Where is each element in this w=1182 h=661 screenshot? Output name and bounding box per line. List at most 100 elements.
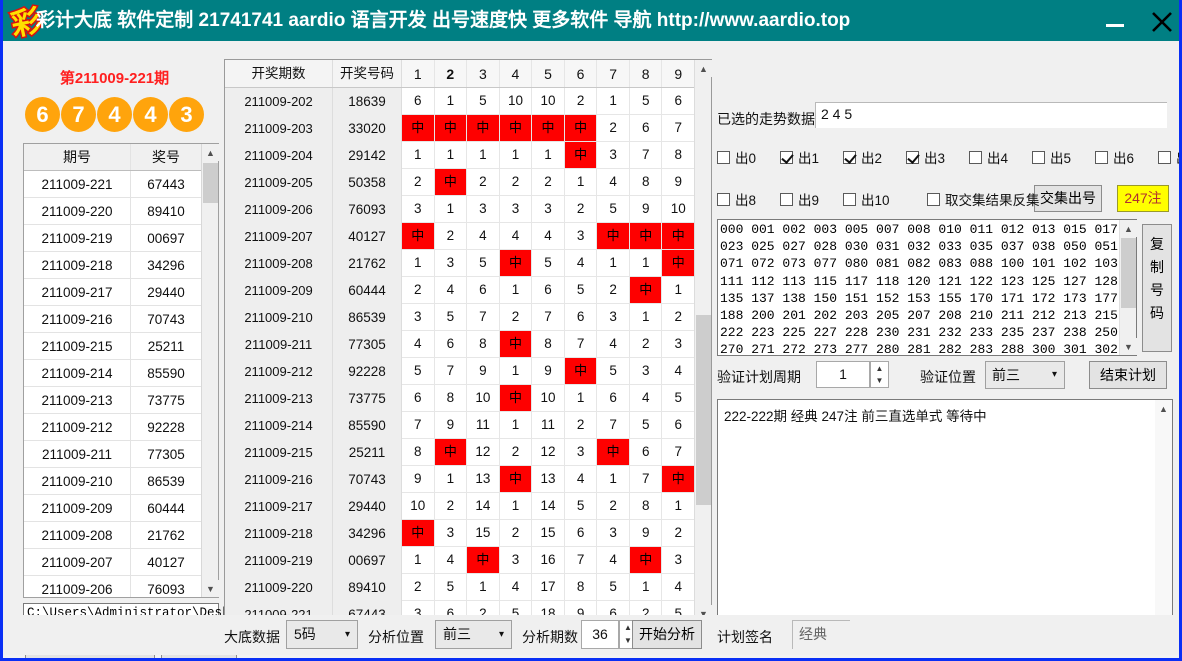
grid-row[interactable]: 211009-215 25211 8 中 12 2 12 3 中 6 7 [225,439,695,466]
grid-cell[interactable]: 1 [532,142,565,169]
grid-cell[interactable]: 2 [401,169,435,196]
history-row[interactable]: 211009-210 86539 [24,468,201,495]
grid-cell[interactable]: 2 [467,169,500,196]
grid-cell[interactable]: 1 [499,412,533,439]
grid-hit-cell[interactable]: 中 [662,250,695,277]
checkbox-box-icon[interactable] [906,150,919,164]
grid-cell[interactable]: 1 [499,358,533,385]
grid-row[interactable]: 211009-216 70743 9 1 13 中 13 4 1 7 中 [225,466,695,493]
grid-vscroll-thumb[interactable] [696,315,711,505]
grid-row[interactable]: 211009-219 00697 1 4 中 3 16 7 4 中 3 [225,547,695,574]
grid-header-cell-3[interactable]: 2 [434,60,468,87]
grid-cell[interactable]: 9 [629,196,663,223]
grid-cell[interactable]: 5 [401,358,435,385]
grid-cell[interactable]: 1 [467,574,500,601]
grid-cell[interactable]: 3 [564,223,598,250]
grid-cell[interactable]: 1 [401,547,435,574]
checkbox-出6[interactable]: 出6 [1095,147,1134,167]
grid-row[interactable]: 211009-204 29142 1 1 1 1 1 中 3 7 8 [225,142,695,169]
grid-cell[interactable]: 4 [597,169,630,196]
history-row[interactable]: 211009-212 92228 [24,414,201,441]
checkbox-box-icon[interactable] [780,192,793,206]
grid-cell[interactable]: 5 [467,88,500,115]
grid-cell[interactable]: 5 [532,250,565,277]
grid-hit-cell[interactable]: 中 [629,223,663,250]
grid-cell[interactable]: 6 [564,520,598,547]
verify-cycle-stepper[interactable]: ▲ ▼ [870,361,889,388]
grid-hit-cell[interactable]: 中 [467,547,500,574]
checkbox-box-icon[interactable] [717,192,730,206]
checkbox-box-icon[interactable] [969,150,982,164]
grid-cell[interactable]: 2 [564,88,598,115]
grid-cell[interactable]: 13 [532,466,565,493]
grid-cell[interactable]: 2 [597,115,630,142]
grid-cell[interactable]: 4 [434,277,468,304]
grid-header-cell-5[interactable]: 4 [499,60,533,87]
grid-row[interactable]: 211009-208 21762 1 3 5 中 5 4 1 1 中 [225,250,695,277]
grid-cell[interactable]: 5 [597,196,630,223]
number-list-scrollbar[interactable]: ▲ ▼ [1119,220,1137,355]
grid-cell[interactable]: 2 [401,574,435,601]
grid-cell[interactable]: 1 [434,88,468,115]
grid-hit-cell[interactable]: 中 [597,223,630,250]
grid-cell[interactable]: 3 [499,547,533,574]
grid-hit-cell[interactable]: 中 [662,223,695,250]
plan-list-item[interactable]: 222-222期 经典 247注 前三直选单式 等待中 [724,405,1149,425]
plan-list-scrollbar[interactable]: ▲ [1155,400,1172,638]
grid-cell[interactable]: 1 [499,142,533,169]
grid-cell[interactable]: 6 [597,385,630,412]
grid-cell[interactable]: 7 [662,439,695,466]
grid-hit-cell[interactable]: 中 [401,115,435,142]
grid-cell[interactable]: 6 [434,331,468,358]
grid-cell[interactable]: 1 [662,493,695,520]
grid-cell[interactable]: 3 [662,331,695,358]
scroll-up-icon[interactable]: ▲ [202,144,219,161]
grid-hit-cell[interactable]: 中 [499,331,533,358]
grid-cell[interactable]: 9 [434,412,468,439]
grid-cell[interactable]: 5 [629,88,663,115]
checkbox-出9[interactable]: 出9 [780,189,819,209]
grid-hit-cell[interactable]: 中 [564,115,598,142]
history-row[interactable]: 211009-208 21762 [24,522,201,549]
grid-cell[interactable]: 12 [532,439,565,466]
grid-hit-cell[interactable]: 中 [434,439,468,466]
grid-cell[interactable]: 5 [467,250,500,277]
grid-cell[interactable]: 1 [434,142,468,169]
grid-cell[interactable]: 4 [564,466,598,493]
grid-row[interactable]: 211009-207 40127 中 2 4 4 4 3 中中中 [225,223,695,250]
grid-cell[interactable]: 14 [532,493,565,520]
grid-hit-cell[interactable]: 中 [629,547,663,574]
grid-cell[interactable]: 1 [597,88,630,115]
plan-scroll-up-icon[interactable]: ▲ [1155,400,1172,417]
grid-cell[interactable]: 9 [467,358,500,385]
grid-row[interactable]: 211009-206 76093 3 1 3 3 3 2 5 9 10 [225,196,695,223]
grid-cell[interactable]: 6 [401,88,435,115]
grid-cell[interactable]: 7 [564,331,598,358]
grid-hit-cell[interactable]: 中 [564,358,598,385]
grid-header-cell-7[interactable]: 6 [564,60,598,87]
grid-cell[interactable]: 3 [597,142,630,169]
grid-cell[interactable]: 7 [662,115,695,142]
grid-cell[interactable]: 5 [434,304,468,331]
checkbox-box-icon[interactable] [1032,150,1045,164]
grid-header-cell-8[interactable]: 7 [597,60,630,87]
grid-cell[interactable]: 6 [662,412,695,439]
checkbox-出1[interactable]: 出1 [780,147,819,167]
grid-cell[interactable]: 9 [662,169,695,196]
history-row[interactable]: 211009-211 77305 [24,441,201,468]
grid-vertical-scrollbar[interactable]: ▲ ▼ [694,60,712,622]
grid-cell[interactable]: 2 [434,493,468,520]
grid-cell[interactable]: 9 [401,466,435,493]
checkbox-取交集结果反集[interactable]: 取交集结果反集 [927,189,1040,209]
grid-cell[interactable]: 7 [564,547,598,574]
grid-cell[interactable]: 8 [532,331,565,358]
checkbox-出3[interactable]: 出3 [906,147,945,167]
grid-cell[interactable]: 10 [467,385,500,412]
grid-cell[interactable]: 8 [629,493,663,520]
history-row[interactable]: 211009-207 40127 [24,549,201,576]
grid-cell[interactable]: 3 [629,358,663,385]
grid-cell[interactable]: 3 [467,196,500,223]
history-row[interactable]: 211009-206 76093 [24,576,201,597]
grid-row[interactable]: 211009-210 86539 3 5 7 2 7 6 3 1 2 [225,304,695,331]
grid-cell[interactable]: 3 [597,520,630,547]
